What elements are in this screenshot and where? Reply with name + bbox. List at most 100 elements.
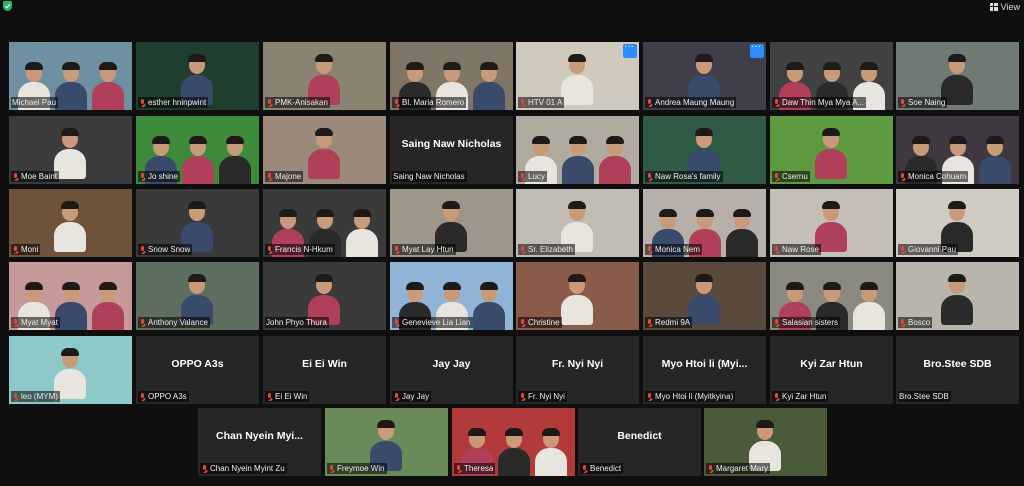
participant-tile[interactable]: Kyi Zar Htun Kyi Zar Htun [770, 336, 893, 404]
more-options-button[interactable] [623, 42, 637, 58]
participant-tile[interactable]: HTV 01 A [516, 42, 639, 110]
participant-name: Francis N-Hkum [275, 245, 333, 254]
participant-name: John Phyo Thura [266, 318, 327, 327]
person-hair [61, 348, 79, 356]
participant-tile[interactable]: Csernu [770, 116, 893, 184]
participant-name-display: Bro.Stee SDB [923, 358, 992, 370]
person-body [54, 222, 86, 252]
participant-name: Sr. Elizabeth [528, 245, 573, 254]
person-hair [61, 201, 79, 209]
top-bar: View [0, 0, 1024, 14]
muted-mic-icon [899, 318, 906, 327]
participant-tile[interactable]: Moe Baint [9, 116, 132, 184]
muted-mic-icon [646, 245, 653, 254]
person-hair [822, 201, 840, 209]
participant-name: Monica Cohuam [908, 172, 967, 181]
person-body [473, 82, 505, 110]
participant-tile[interactable]: Monica Nem [643, 189, 766, 257]
more-options-button[interactable] [750, 42, 764, 58]
participant-tile[interactable]: Myat Lay Htun [390, 189, 513, 257]
person-hair [569, 136, 587, 144]
muted-mic-icon [519, 98, 526, 107]
participant-tile[interactable]: OPPO A3s OPPO A3s [136, 336, 259, 404]
participant-name-label: Bro.Stee SDB [898, 391, 951, 402]
participant-tile[interactable]: Genevieve Lia Lian [390, 262, 513, 330]
shield-icon[interactable] [3, 1, 12, 11]
person-hair [568, 274, 586, 282]
participant-name-label: Monica Cohuam [898, 171, 969, 182]
participant-tile[interactable]: PMK-Anisakan [263, 42, 386, 110]
participant-tile[interactable]: Myat Myat [9, 262, 132, 330]
muted-mic-icon [646, 172, 653, 181]
participant-tile[interactable]: Freymoe Win [325, 408, 448, 476]
participant-tile[interactable]: Saing Naw Nicholas Saing Naw Nicholas [390, 116, 513, 184]
participant-tile[interactable]: Naw Rosa's family [643, 116, 766, 184]
participant-tile[interactable]: Monica Cohuam [896, 116, 1019, 184]
participant-tile[interactable]: Bl. Maria Romero [390, 42, 513, 110]
person-body [815, 149, 847, 179]
muted-mic-icon [646, 318, 653, 327]
participant-tile[interactable]: Jo shine [136, 116, 259, 184]
participant-tile[interactable]: Redmi 9A [643, 262, 766, 330]
participant-tile[interactable]: Jay Jay Jay Jay [390, 336, 513, 404]
participant-name-label: Myo Htoi li (Myitkyina) [645, 391, 736, 402]
participant-tile[interactable]: Bosco [896, 262, 1019, 330]
participant-tile[interactable]: Theresa [452, 408, 575, 476]
person-hair [99, 282, 117, 290]
participant-tile[interactable]: Salasian sisters [770, 262, 893, 330]
muted-mic-icon [773, 172, 780, 181]
muted-mic-icon [519, 318, 526, 327]
participant-tile[interactable]: Soe Naing [896, 42, 1019, 110]
participant-tile[interactable]: John Phyo Thura [263, 262, 386, 330]
participant-tile[interactable]: Margaret Mary [704, 408, 827, 476]
muted-mic-icon [266, 172, 273, 181]
participant-tile[interactable]: Sr. Elizabeth [516, 189, 639, 257]
person-hair [279, 209, 297, 217]
participant-tile[interactable]: Snow Snow [136, 189, 259, 257]
participant-tile[interactable]: Andrea Maung Maung [643, 42, 766, 110]
person-hair [786, 282, 804, 290]
person-hair [948, 54, 966, 62]
person-hair [532, 136, 550, 144]
participant-name-label: Monica Nem [645, 244, 702, 255]
muted-mic-icon [12, 318, 19, 327]
muted-mic-icon [455, 464, 462, 473]
person-body [561, 75, 593, 105]
participant-name-label: Naw Rose [772, 244, 821, 255]
participant-name-label: Moe Baint [11, 171, 60, 182]
participant-tile[interactable]: Chan Nyein Myi... Chan Nyein Myint Zu [198, 408, 321, 476]
person-hair [25, 282, 43, 290]
participant-tile[interactable]: Christine [516, 262, 639, 330]
person-body [308, 149, 340, 179]
muted-mic-icon [266, 98, 273, 107]
person-body [219, 156, 251, 184]
person-hair [353, 209, 371, 217]
participant-name: Kyi Zar Htun [782, 392, 827, 401]
participant-tile[interactable]: Myo Htoi li (Myi... Myo Htoi li (Myitkyin… [643, 336, 766, 404]
participant-tile[interactable]: Moni [9, 189, 132, 257]
participant-tile[interactable]: Naw Rose [770, 189, 893, 257]
participant-tile[interactable]: Francis N-Hkum [263, 189, 386, 257]
participant-name-display: Fr. Nyi Nyi [551, 358, 604, 370]
participant-tile[interactable]: Michael Pau [9, 42, 132, 110]
participant-tile[interactable]: Fr. Nyi Nyi Fr. Nyi Nyi [516, 336, 639, 404]
participant-tile[interactable]: Majone [263, 116, 386, 184]
participant-tile[interactable]: leo (MYM) [9, 336, 132, 404]
participant-tile[interactable]: Benedict Benedict [578, 408, 701, 476]
participant-tile[interactable]: Bro.Stee SDB Bro.Stee SDB [896, 336, 1019, 404]
view-button[interactable]: View [989, 0, 1020, 13]
person-hair [377, 420, 395, 428]
participant-name-label: Jay Jay [392, 391, 432, 402]
participant-tile[interactable]: Ei Ei Win Ei Ei Win [263, 336, 386, 404]
participant-tile[interactable]: Giovanni Pau [896, 189, 1019, 257]
person-hair [188, 274, 206, 282]
participant-name-display: Myo Htoi li (Myi... [661, 358, 748, 370]
view-label: View [1000, 1, 1020, 12]
participant-name-label: Myat Myat [11, 317, 60, 328]
participant-tile[interactable]: Daw Thin Mya Mya A... [770, 42, 893, 110]
participant-tile[interactable]: esther hninpwint [136, 42, 259, 110]
participant-tile[interactable]: Anthony Valance [136, 262, 259, 330]
participant-tile[interactable]: Lucy [516, 116, 639, 184]
participant-name-label: Giovanni Pau [898, 244, 959, 255]
muted-mic-icon [266, 245, 273, 254]
